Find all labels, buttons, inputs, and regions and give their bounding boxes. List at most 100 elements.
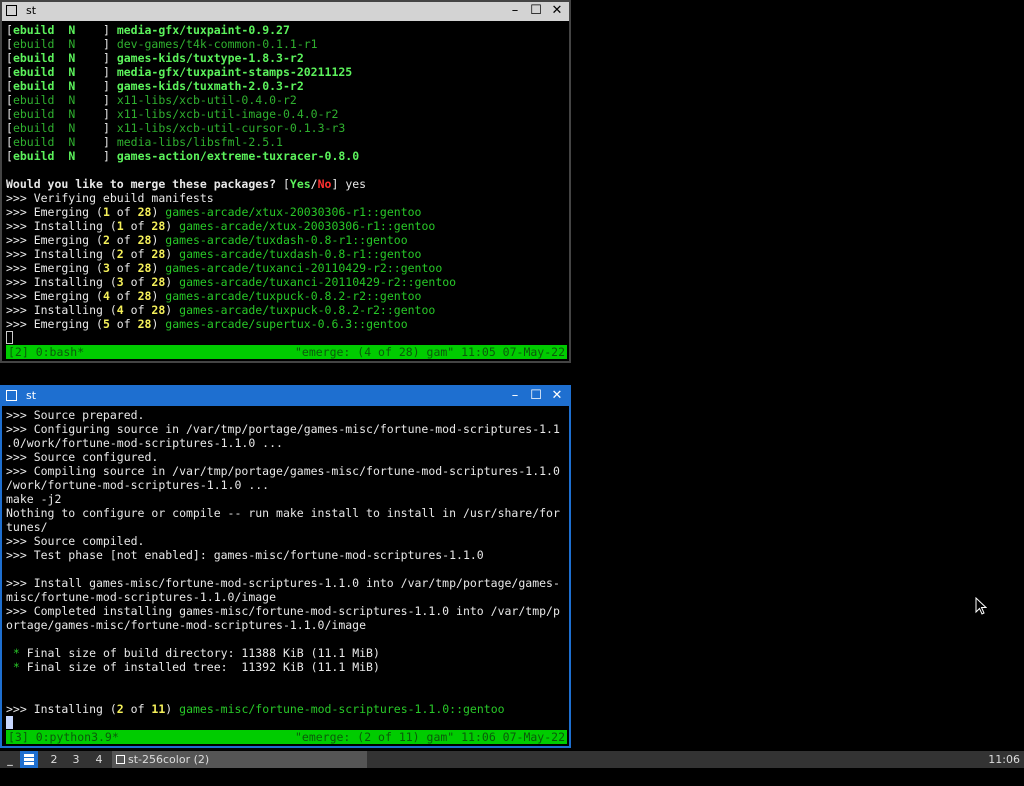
- terminal-text: media-gfx/tuxpaint-0.9.27: [116, 23, 290, 37]
- terminal-text: ): [165, 303, 180, 317]
- maximize-icon[interactable]: ☐: [528, 388, 544, 404]
- terminal-text: ]: [102, 23, 117, 37]
- terminal-text: 28: [151, 275, 166, 289]
- terminal-text: dev-games/t4k-common-0.1.1-r1: [116, 37, 318, 51]
- terminal-text: ebuild N: [12, 121, 103, 135]
- menu-button[interactable]: _: [4, 751, 16, 768]
- terminal-text: of: [123, 303, 152, 317]
- terminal-text: 1: [116, 219, 124, 233]
- terminal-line: [ebuild N ] media-gfx/tuxpaint-stamps-20…: [6, 65, 456, 79]
- terminal-text: [: [6, 65, 13, 79]
- window-titlebar[interactable]: st – ☐ ✕: [2, 2, 569, 21]
- terminal-line: [ebuild N ] media-gfx/tuxpaint-0.9.27: [6, 23, 456, 37]
- terminal-text: >>> Source compiled.: [6, 534, 145, 548]
- terminal-line: >>> Emerging (3 of 28) games-arcade/tuxa…: [6, 261, 456, 275]
- terminal-text: tunes/: [6, 520, 48, 534]
- terminal-line: >>> Installing (2 of 28) games-arcade/tu…: [6, 247, 456, 261]
- terminal-text: No: [317, 177, 332, 191]
- close-icon[interactable]: ✕: [549, 3, 565, 19]
- terminal-text: 2: [102, 233, 110, 247]
- terminal-text: >>> Emerging (: [6, 317, 103, 331]
- minimize-icon[interactable]: –: [507, 388, 523, 404]
- terminal-text: 28: [137, 261, 152, 275]
- terminal-text: [: [6, 51, 13, 65]
- terminal-line: tunes/: [6, 520, 560, 534]
- terminal-line: [ebuild N ] x11-libs/xcb-util-0.4.0-r2: [6, 93, 456, 107]
- tmux-status-bar: [3] 0:python3.9* "emerge: (2 of 11) gam"…: [6, 730, 567, 744]
- terminal-line: [ebuild N ] dev-games/t4k-common-0.1.1-r…: [6, 37, 456, 51]
- terminal-text: games-arcade/tuxanci-20110429-r2::gentoo: [179, 275, 457, 289]
- terminal-text: >>> Test phase [not enabled]: games-misc…: [6, 548, 484, 562]
- terminal-text: >>> Configuring source in /var/tmp/porta…: [6, 422, 560, 436]
- terminal-text: ebuild N: [12, 51, 103, 65]
- terminal-line: >>> Emerging (1 of 28) games-arcade/xtux…: [6, 205, 456, 219]
- terminal-text: ebuild N: [12, 37, 103, 51]
- terminal-window-bottom[interactable]: st – ☐ ✕ >>> Source prepared. >>> Configu…: [0, 385, 571, 748]
- terminal-text: games-kids/tuxtype-1.8.3-r2: [116, 51, 304, 65]
- workspace-4-button[interactable]: 4: [89, 751, 109, 768]
- terminal-text: games-action/extreme-tuxracer-0.8.0: [116, 149, 360, 163]
- terminal-text: *: [6, 660, 27, 674]
- maximize-icon[interactable]: ☐: [528, 3, 544, 19]
- workspace-2-button[interactable]: 2: [44, 751, 64, 768]
- status-info: "emerge: (4 of 28) gam" 11:05 07-May-22: [294, 345, 565, 359]
- terminal-text: of: [123, 219, 152, 233]
- minimize-icon[interactable]: –: [507, 3, 523, 19]
- terminal-text: 28: [151, 219, 166, 233]
- terminal-text: [: [6, 107, 13, 121]
- terminal-line: >>> Installing (1 of 28) games-arcade/xt…: [6, 219, 456, 233]
- task-label: st-256color (2): [128, 753, 210, 766]
- terminal-output[interactable]: [ebuild N ] media-gfx/tuxpaint-0.9.27 [eb…: [6, 23, 456, 331]
- workspace-1-active-icon[interactable]: [20, 751, 38, 768]
- terminal-text: ]: [102, 107, 117, 121]
- terminal-text: >>> Source configured.: [6, 450, 159, 464]
- terminal-line: [ebuild N ] media-libs/libsfml-2.5.1: [6, 135, 456, 149]
- terminal-text: ebuild N: [12, 23, 103, 37]
- terminal-text: [: [6, 37, 13, 51]
- terminal-text: of: [123, 275, 152, 289]
- terminal-line: Nothing to configure or compile -- run m…: [6, 506, 560, 520]
- window-titlebar[interactable]: st – ☐ ✕: [2, 387, 569, 406]
- terminal-line: >>> Source configured.: [6, 450, 560, 464]
- terminal-text: media-gfx/tuxpaint-stamps-20211125: [116, 65, 353, 79]
- terminal-line: >>> Source prepared.: [6, 408, 560, 422]
- terminal-text: 28: [137, 205, 152, 219]
- taskbar: _ 2 3 4 st-256color (2) 11:06: [0, 751, 1024, 768]
- terminal-text: ): [151, 289, 166, 303]
- terminal-text: 4: [116, 303, 124, 317]
- terminal-window-top[interactable]: st – ☐ ✕ [ebuild N ] media-gfx/tuxpaint-…: [0, 0, 571, 363]
- terminal-text: [: [6, 79, 13, 93]
- terminal-text: ): [151, 261, 166, 275]
- tmux-status-bar: [2] 0:bash* "emerge: (4 of 28) gam" 11:0…: [6, 345, 567, 359]
- terminal-text: [: [6, 121, 13, 135]
- status-window-list: [2] 0:bash*: [8, 345, 85, 359]
- grid-icon: [24, 754, 34, 765]
- window-icon: [116, 755, 125, 764]
- terminal-text: games-kids/tuxmath-2.0.3-r2: [116, 79, 304, 93]
- terminal-text: of: [123, 702, 152, 716]
- terminal-text: x11-libs/xcb-util-0.4.0-r2: [116, 93, 297, 107]
- terminal-line: * Final size of build directory: 11388 K…: [6, 646, 560, 660]
- terminal-text: ebuild N: [12, 93, 103, 107]
- terminal-text: >>> Compiling source in /var/tmp/portage…: [6, 464, 560, 478]
- terminal-line: make -j2: [6, 492, 560, 506]
- terminal-text: 28: [151, 247, 166, 261]
- terminal-output[interactable]: >>> Source prepared. >>> Configuring sour…: [6, 408, 560, 716]
- clock: 11:06: [988, 753, 1020, 766]
- workspace-3-button[interactable]: 3: [66, 751, 86, 768]
- terminal-text: of: [109, 233, 138, 247]
- close-icon[interactable]: ✕: [549, 388, 565, 404]
- terminal-text: 28: [137, 233, 152, 247]
- terminal-text: ]: [102, 135, 117, 149]
- terminal-text: misc/fortune-mod-scriptures-1.1.0/image: [6, 590, 277, 604]
- terminal-text: Would you like to merge these packages?: [6, 177, 283, 191]
- terminal-text: 1: [102, 205, 110, 219]
- terminal-cursor: [6, 331, 13, 344]
- terminal-text: of: [109, 289, 138, 303]
- terminal-text: games-arcade/xtux-20030306-r1::gentoo: [179, 219, 436, 233]
- task-button[interactable]: st-256color (2): [112, 751, 367, 768]
- terminal-line: Would you like to merge these packages? …: [6, 177, 456, 191]
- terminal-line: [ebuild N ] x11-libs/xcb-util-cursor-0.1…: [6, 121, 456, 135]
